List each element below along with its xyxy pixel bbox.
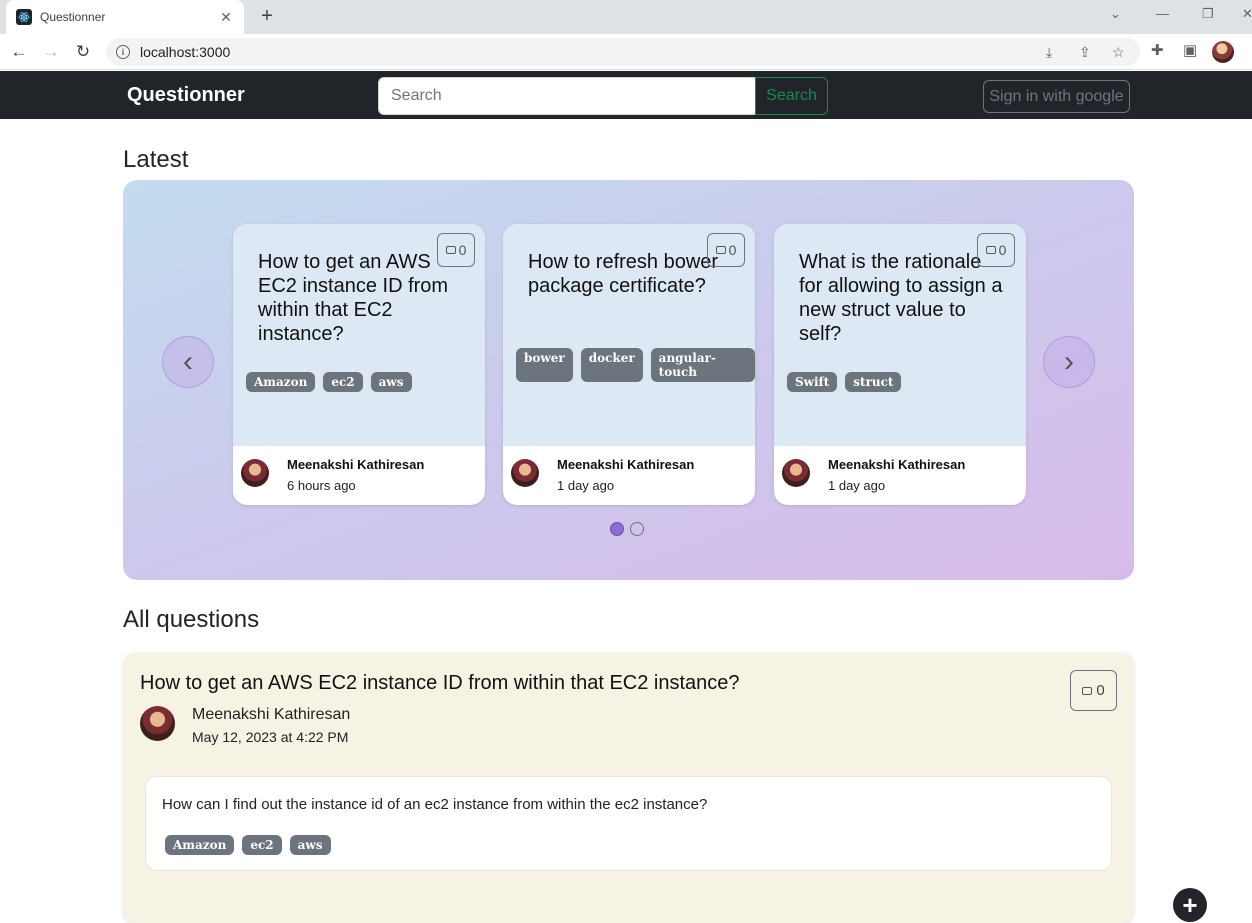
tag[interactable]: docker bbox=[580, 348, 643, 382]
card-footer: Meenakshi Kathiresan 1 day ago bbox=[774, 446, 1026, 505]
tag[interactable]: Amazon bbox=[165, 835, 235, 855]
chat-icon bbox=[1082, 686, 1093, 695]
restore-icon[interactable]: ❐ bbox=[1202, 6, 1214, 22]
search-button[interactable]: Search bbox=[755, 77, 828, 115]
card-header: How to get an AWS EC2 instance ID from w… bbox=[233, 224, 485, 446]
app-navbar: Questionner Search Sign in with google bbox=[0, 71, 1252, 119]
chat-icon bbox=[985, 246, 996, 254]
minimize-icon[interactable]: — bbox=[1156, 6, 1169, 21]
comment-count-button[interactable]: 0 bbox=[437, 233, 475, 267]
question-text: How can I find out the instance id of an… bbox=[162, 796, 708, 813]
tag[interactable]: ec2 bbox=[242, 835, 282, 855]
tag[interactable]: aws bbox=[289, 835, 331, 855]
extensions-icon[interactable]: ✚ bbox=[1151, 41, 1164, 59]
close-icon[interactable]: ✕ bbox=[218, 9, 234, 26]
url-text: localhost:3000 bbox=[140, 44, 231, 60]
carousel-prev-button[interactable]: ‹ bbox=[162, 336, 214, 388]
comment-count: 0 bbox=[728, 242, 737, 258]
browser-tab[interactable]: Questionner ✕ bbox=[6, 0, 244, 34]
question-card[interactable]: How to get an AWS EC2 instance ID from w… bbox=[233, 224, 485, 505]
tag-list: bower docker angular-touch bbox=[516, 348, 755, 382]
carousel-indicators bbox=[610, 522, 644, 536]
plus-icon: + bbox=[1182, 890, 1198, 920]
card-header: How to refresh bower package certificate… bbox=[503, 224, 755, 446]
question-body: How can I find out the instance id of an… bbox=[145, 776, 1112, 871]
comment-count-button[interactable]: 0 bbox=[707, 233, 745, 267]
browser-addressbar: ← → ↻ i localhost:3000 ⤓ ⇪ ☆ ✚ ▣ bbox=[0, 34, 1252, 70]
question-title[interactable]: How to get an AWS EC2 instance ID from w… bbox=[140, 672, 740, 695]
latest-heading: Latest bbox=[123, 146, 189, 173]
card-title[interactable]: How to get an AWS EC2 instance ID from w… bbox=[258, 250, 468, 346]
tag-list: Swift struct bbox=[787, 372, 902, 392]
avatar bbox=[782, 459, 810, 487]
tag[interactable]: bower bbox=[516, 348, 573, 382]
tag[interactable]: angular-touch bbox=[650, 348, 755, 382]
card-footer: Meenakshi Kathiresan 1 day ago bbox=[503, 446, 755, 505]
all-questions-heading: All questions bbox=[123, 606, 260, 633]
avatar bbox=[140, 706, 175, 741]
post-time: 1 day ago bbox=[828, 478, 886, 493]
question-list-item[interactable]: How to get an AWS EC2 instance ID from w… bbox=[123, 653, 1134, 923]
react-icon bbox=[16, 9, 32, 25]
chat-icon bbox=[715, 246, 726, 254]
install-icon[interactable]: ⤓ bbox=[1046, 44, 1052, 61]
avatar bbox=[241, 459, 269, 487]
chevron-left-icon: ‹ bbox=[183, 345, 193, 378]
carousel-dot-active[interactable] bbox=[610, 522, 624, 536]
carousel-next-button[interactable]: › bbox=[1043, 336, 1095, 388]
author-name: Meenakshi Kathiresan bbox=[557, 457, 695, 472]
question-card[interactable]: What is the rationale for allowing to as… bbox=[774, 224, 1026, 505]
post-time: 6 hours ago bbox=[287, 478, 356, 493]
browser-tabbar: Questionner ✕ + ⌄ — ❐ ✕ bbox=[0, 0, 1252, 34]
chevron-down-icon[interactable]: ⌄ bbox=[1110, 6, 1121, 22]
search-input[interactable] bbox=[378, 77, 756, 115]
forward-icon[interactable]: → bbox=[40, 41, 62, 63]
latest-carousel: ‹ How to get an AWS EC2 instance ID from… bbox=[123, 180, 1134, 580]
author-name: Meenakshi Kathiresan bbox=[287, 457, 425, 472]
share-icon[interactable]: ⇪ bbox=[1079, 44, 1091, 61]
author-name: Meenakshi Kathiresan bbox=[192, 706, 351, 723]
comment-count: 0 bbox=[458, 242, 467, 258]
tag[interactable]: aws bbox=[370, 372, 412, 392]
post-date: May 12, 2023 at 4:22 PM bbox=[192, 729, 349, 745]
url-bar[interactable]: i localhost:3000 ⤓ ⇪ ☆ bbox=[106, 38, 1140, 66]
new-tab-icon[interactable]: + bbox=[256, 6, 278, 28]
star-icon[interactable]: ☆ bbox=[1112, 44, 1125, 61]
add-question-button[interactable]: + bbox=[1173, 888, 1207, 922]
reload-icon[interactable]: ↻ bbox=[72, 41, 94, 63]
tag[interactable]: struct bbox=[845, 372, 902, 392]
brand-logo[interactable]: Questionner bbox=[127, 84, 245, 107]
tag[interactable]: Amazon bbox=[246, 372, 316, 392]
side-panel-icon[interactable]: ▣ bbox=[1183, 41, 1197, 59]
avatar bbox=[511, 459, 539, 487]
carousel-dot[interactable] bbox=[630, 522, 644, 536]
question-card[interactable]: How to refresh bower package certificate… bbox=[503, 224, 755, 505]
card-footer: Meenakshi Kathiresan 6 hours ago bbox=[233, 446, 485, 505]
back-icon[interactable]: ← bbox=[8, 41, 30, 63]
tag-list: Amazon ec2 aws bbox=[165, 835, 331, 855]
tag-list: Amazon ec2 aws bbox=[246, 372, 412, 392]
profile-avatar[interactable] bbox=[1212, 41, 1234, 63]
author-name: Meenakshi Kathiresan bbox=[828, 457, 966, 472]
tab-title: Questionner bbox=[40, 10, 106, 24]
comment-count: 0 bbox=[998, 242, 1007, 258]
card-header: What is the rationale for allowing to as… bbox=[774, 224, 1026, 446]
info-icon[interactable]: i bbox=[116, 45, 130, 59]
comment-count-button[interactable]: 0 bbox=[1070, 670, 1117, 711]
chat-icon bbox=[445, 246, 456, 254]
google-signin-button[interactable]: Sign in with google bbox=[983, 80, 1130, 113]
tag[interactable]: Swift bbox=[787, 372, 838, 392]
tag[interactable]: ec2 bbox=[323, 372, 363, 392]
comment-count: 0 bbox=[1096, 682, 1105, 699]
window-close-icon[interactable]: ✕ bbox=[1242, 6, 1252, 22]
chevron-right-icon: › bbox=[1064, 345, 1074, 378]
comment-count-button[interactable]: 0 bbox=[977, 233, 1015, 267]
post-time: 1 day ago bbox=[557, 478, 615, 493]
